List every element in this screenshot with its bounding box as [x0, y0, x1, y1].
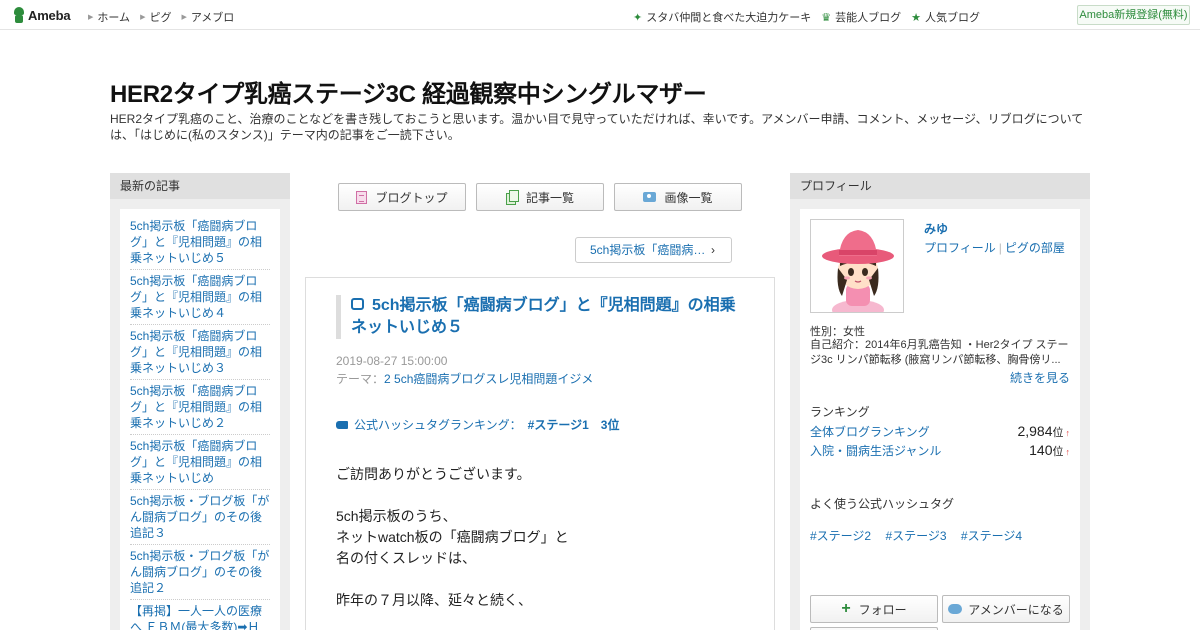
camera-icon — [643, 192, 657, 202]
article-body: ご訪問ありがとうございます。 5ch掲示板のうち、 ネットwatch板の「癌闘病… — [336, 464, 569, 611]
profile-heading: プロフィール — [790, 173, 1090, 199]
read-more-link[interactable]: 続きを見る — [1010, 369, 1070, 386]
blog-nav-buttons: ブログトップ 記事一覧 画像一覧 — [338, 183, 752, 211]
ranking-value: 2,984位 ↑ — [1017, 423, 1071, 439]
article-list-button[interactable]: 記事一覧 — [476, 183, 604, 211]
ranking-row: 全体ブログランキング 2,984位 ↑ — [810, 423, 1070, 440]
amember-icon — [948, 604, 963, 614]
ameba-logo-icon — [12, 7, 26, 23]
article-paragraph: ネットwatch板の「癌闘病ブログ」と — [336, 529, 569, 545]
header-links: ✦ スタバ仲間と食べた大迫力ケーキ ♛ 芸能人ブログ ★ 人気ブログ — [623, 9, 980, 25]
crown-icon: ♛ — [821, 11, 832, 24]
tag-icon — [336, 420, 348, 429]
rank-up-icon: ↑ — [1065, 447, 1071, 457]
avatar-image — [811, 220, 903, 312]
hashtag-ranking[interactable]: 公式ハッシュタグランキング： #ステージ1 3位 — [336, 416, 619, 433]
recent-article-link[interactable]: 5ch掲示板・ブログ板「がん闘病ブログ」のその後 追記２ — [130, 545, 270, 600]
blog-top-icon — [356, 190, 368, 204]
blog-top-button[interactable]: ブログトップ — [338, 183, 466, 211]
recent-article-link[interactable]: 5ch掲示板「癌闘病ブログ」と『児相問題』の相乗ネットいじめ３ — [130, 325, 270, 380]
hashtag-list: #ステージ2 #ステージ3 #ステージ4 — [810, 527, 1033, 544]
article-title-block: 5ch掲示板「癌闘病ブログ」と『児相問題』の相乗ネットいじめ５ — [336, 295, 746, 339]
profile-name[interactable]: みゆ — [924, 220, 948, 237]
recent-article-link[interactable]: 5ch掲示板・ブログ板「がん闘病ブログ」のその後 追記３ — [130, 490, 270, 545]
next-article-link[interactable]: 5ch掲示板「癌闘病… › — [575, 237, 732, 263]
article-date: 2019-08-27 15:00:00 — [336, 354, 448, 368]
caret-right-icon: ▶ — [181, 14, 187, 21]
avatar[interactable] — [810, 219, 904, 313]
article-title[interactable]: 5ch掲示板「癌闘病ブログ」と『児相問題』の相乗ネットいじめ５ — [351, 295, 746, 339]
pigg-room-link[interactable]: ピグの部屋 — [1005, 241, 1065, 255]
recent-article-link[interactable]: 5ch掲示板「癌闘病ブログ」と『児相問題』の相乗ネットいじめ４ — [130, 270, 270, 325]
recent-article-link[interactable]: 5ch掲示板「癌闘病ブログ」と『児相問題』の相乗ネットいじめ５ — [130, 215, 270, 270]
article-paragraph: 名の付くスレッドは、 — [336, 550, 476, 566]
global-nav: ▶ ホーム ▶ ピグ ▶ アメブロ — [88, 9, 244, 25]
profile-link[interactable]: プロフィール — [924, 241, 996, 255]
ranking-row: 入院・闘病生活ジャンル 140位 ↑ — [810, 442, 1070, 459]
article-paragraph: ご訪問ありがとうございます。 — [336, 466, 531, 482]
recent-articles-heading: 最新の記事 — [110, 173, 290, 199]
reblog-icon — [351, 298, 364, 310]
article-theme-link[interactable]: 2 5ch癌闘病ブログスレ児相問題イジメ — [384, 372, 593, 386]
hashtag-heading: よく使う公式ハッシュタグ — [810, 497, 955, 511]
hashtag-link[interactable]: #ステージ3 — [885, 529, 946, 543]
profile-card: みゆ プロフィール | ピグの部屋 性別：女性 自己紹介：2014年6月乳癌告知 ・… — [800, 209, 1080, 630]
recent-articles-panel: 最新の記事 5ch掲示板「癌闘病ブログ」と『児相問題』の相乗ネットいじめ５ 5c… — [110, 173, 290, 630]
nav-ameblo[interactable]: ▶ アメブロ — [181, 9, 234, 25]
caret-right-icon: ▶ — [140, 14, 146, 21]
article-theme: テーマ：2 5ch癌闘病ブログスレ児相問題イジメ — [336, 372, 594, 386]
blog-description: HER2タイプ乳癌のこと、治療のことなどを書き残しておこうと思います。温かい目で… — [110, 112, 1084, 142]
ranking-label[interactable]: 全体ブログランキング — [810, 423, 930, 440]
ranking-heading: ランキング — [810, 405, 870, 419]
recent-article-link[interactable]: 【再掲】一人一人の医療へ ＥＢＭ(最大多数)➡Ｈ — [130, 600, 270, 630]
header-link-celebrity[interactable]: ♛ 芸能人ブログ — [821, 9, 901, 25]
chevron-right-icon: › — [711, 243, 715, 257]
ranking-label[interactable]: 入院・闘病生活ジャンル — [810, 442, 941, 459]
ameba-logo[interactable]: Ameba — [12, 6, 71, 24]
amember-button[interactable]: アメンバーになる — [942, 595, 1070, 623]
divider: | — [998, 241, 1002, 255]
star-icon: ★ — [911, 11, 921, 24]
profile-gender: 性別：女性 — [810, 326, 865, 338]
hashtag-link[interactable]: #ステージ2 — [810, 529, 871, 543]
plus-icon: + — [841, 600, 851, 617]
article-list-icon — [505, 190, 519, 205]
header-link-cake[interactable]: ✦ スタバ仲間と食べた大迫力ケーキ — [633, 9, 811, 25]
article-paragraph: 昨年の７月以降、延々と続く、 — [336, 592, 532, 608]
header-link-popular[interactable]: ★ 人気ブログ — [911, 9, 980, 25]
recent-article-link[interactable]: 5ch掲示板「癌闘病ブログ」と『児相問題』の相乗ネットいじめ２ — [130, 380, 270, 435]
hashtag-link[interactable]: #ステージ4 — [961, 529, 1022, 543]
recent-articles-list: 5ch掲示板「癌闘病ブログ」と『児相問題』の相乗ネットいじめ５ 5ch掲示板「癌… — [120, 209, 280, 630]
recent-article-link[interactable]: 5ch掲示板「癌闘病ブログ」と『児相問題』の相乗ネットいじめ — [130, 435, 270, 490]
nav-home[interactable]: ▶ ホーム — [88, 9, 130, 25]
profile-panel: プロフィール みゆ プロフィール | ピグの部屋 性別：女性 自己紹介：2014… — [790, 173, 1090, 630]
logo-text: Ameba — [28, 7, 71, 23]
blog-title[interactable]: HER2タイプ乳癌ステージ3C 経過観察中シングルマザー — [110, 74, 707, 109]
article-paragraph: 5ch掲示板のうち、 — [336, 508, 457, 524]
profile-links: プロフィール | ピグの部屋 — [924, 239, 1065, 256]
article: 5ch掲示板「癌闘病ブログ」と『児相問題』の相乗ネットいじめ５ 2019-08-… — [305, 277, 775, 630]
nav-pigg[interactable]: ▶ ピグ — [140, 9, 171, 25]
global-header: Ameba ▶ ホーム ▶ ピグ ▶ アメブロ ✦ スタバ仲間と食べた大迫力ケーキ ♛ 芸… — [0, 0, 1200, 30]
caret-right-icon: ▶ — [88, 14, 94, 21]
image-list-button[interactable]: 画像一覧 — [614, 183, 742, 211]
follow-button[interactable]: + フォロー — [810, 595, 938, 623]
sparkle-icon: ✦ — [633, 11, 643, 24]
ranking-value: 140位 ↑ — [1029, 442, 1071, 458]
profile-intro: 自己紹介：2014年6月乳癌告知 ・Her2タイプ ステージ3c リンパ節転移 … — [810, 339, 1069, 366]
rank-up-icon: ↑ — [1065, 428, 1071, 438]
register-button[interactable]: Ameba新規登録(無料) — [1077, 5, 1190, 25]
